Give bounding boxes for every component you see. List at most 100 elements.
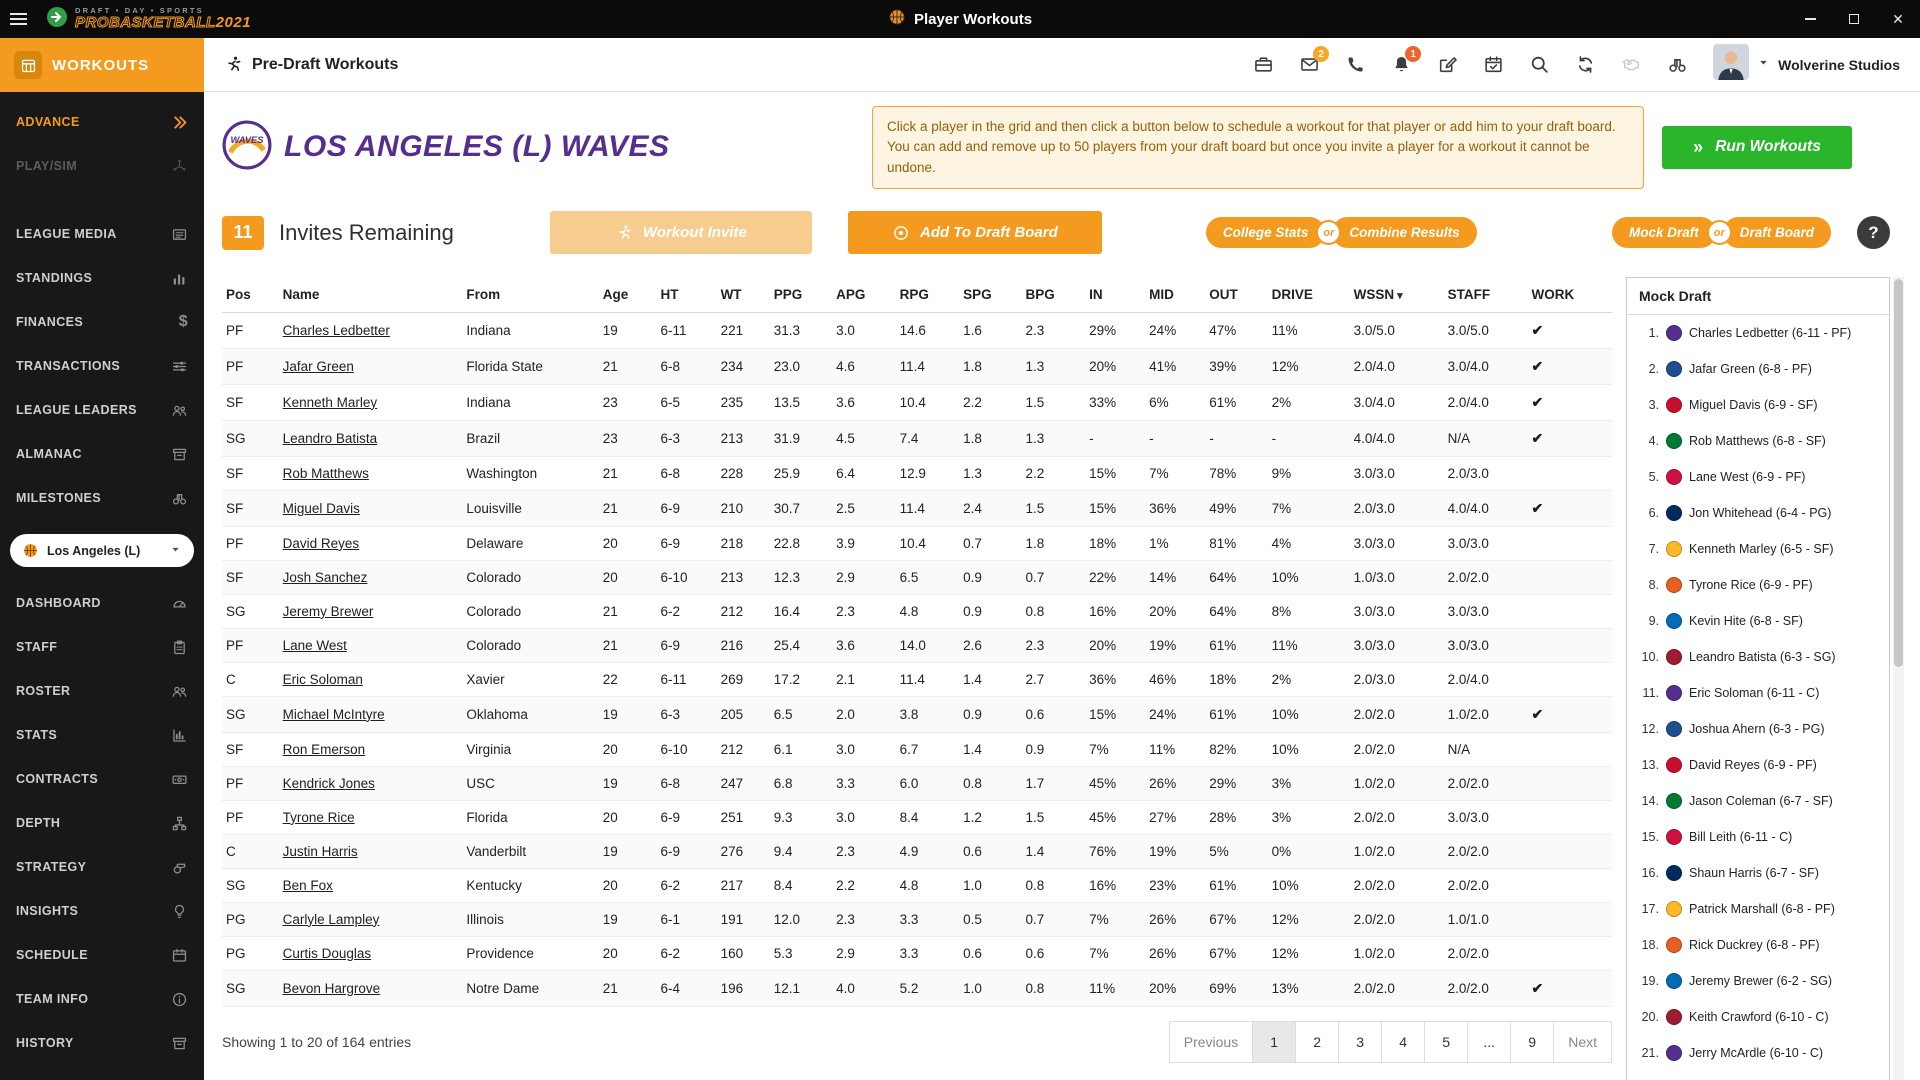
sidebar-item-staff[interactable]: STAFF: [0, 625, 204, 669]
sidebar-item-advance[interactable]: ADVANCE: [0, 100, 204, 144]
column-header-pos[interactable]: Pos: [222, 277, 279, 313]
table-row[interactable]: CEric SolomanXavier226-1126917.22.111.41…: [222, 662, 1612, 696]
mock-draft-row[interactable]: 16. Shaun Harris (6-7 - SF): [1627, 855, 1889, 891]
sidebar-item-stats[interactable]: STATS: [0, 713, 204, 757]
column-header-work[interactable]: WORK: [1528, 277, 1612, 313]
hamburger-menu-icon[interactable]: [10, 6, 40, 32]
column-header-bpg[interactable]: BPG: [1022, 277, 1086, 313]
mock-draft-row[interactable]: 20. Keith Crawford (6-10 - C): [1627, 999, 1889, 1035]
player-name-link[interactable]: Carlyle Lampley: [283, 912, 380, 927]
page-button-3[interactable]: 3: [1338, 1021, 1382, 1063]
page-button-9[interactable]: 9: [1510, 1021, 1554, 1063]
sidebar-item-schedule[interactable]: SCHEDULE: [0, 933, 204, 977]
table-row[interactable]: SFRon EmersonVirginia206-102126.13.06.71…: [222, 732, 1612, 766]
pencil-square-button[interactable]: [1437, 54, 1458, 75]
page-button-ellipsis[interactable]: ...: [1467, 1021, 1511, 1063]
mock-draft-row[interactable]: 2. Jafar Green (6-8 - PF): [1627, 351, 1889, 387]
help-button[interactable]: ?: [1857, 216, 1890, 249]
sidebar-item-milestones[interactable]: MILESTONES: [0, 476, 204, 520]
player-name-link[interactable]: Kenneth Marley: [283, 395, 378, 410]
column-header-wt[interactable]: WT: [717, 277, 770, 313]
column-header-ppg[interactable]: PPG: [770, 277, 832, 313]
mock-draft-row[interactable]: 4. Rob Matthews (6-8 - SF): [1627, 423, 1889, 459]
mock-draft-row[interactable]: 5. Lane West (6-9 - PF): [1627, 459, 1889, 495]
sidebar-item-play-sim[interactable]: PLAY/SIM: [0, 144, 204, 188]
page-button-5[interactable]: 5: [1424, 1021, 1468, 1063]
team-selector[interactable]: Los Angeles (L): [10, 534, 194, 567]
workout-invite-button[interactable]: Workout Invite: [550, 211, 812, 254]
mock-draft-row[interactable]: 6. Jon Whitehead (6-4 - PG): [1627, 495, 1889, 531]
briefcase-button[interactable]: [1253, 54, 1274, 75]
page-button-next[interactable]: Next: [1553, 1021, 1612, 1063]
table-row[interactable]: PGCurtis DouglasProvidence206-21605.32.9…: [222, 936, 1612, 970]
sidebar-item-history[interactable]: HISTORY: [0, 1021, 204, 1065]
minimize-button[interactable]: [1788, 0, 1832, 38]
calendar-check-button[interactable]: [1483, 54, 1504, 75]
sidebar-item-league-media[interactable]: LEAGUE MEDIA: [0, 212, 204, 256]
sidebar-item-standings[interactable]: STANDINGS: [0, 256, 204, 300]
player-name-link[interactable]: Leandro Batista: [283, 431, 378, 446]
table-row[interactable]: SGBevon HargroveNotre Dame216-419612.14.…: [222, 970, 1612, 1006]
mock-draft-row[interactable]: 13. David Reyes (6-9 - PF): [1627, 747, 1889, 783]
sidebar-item-transactions[interactable]: TRANSACTIONS: [0, 344, 204, 388]
column-header-out[interactable]: OUT: [1205, 277, 1267, 313]
mock-draft-scrollbar[interactable]: [1893, 277, 1904, 1080]
sidebar-item-depth[interactable]: DEPTH: [0, 801, 204, 845]
user-menu[interactable]: Wolverine Studios: [1713, 44, 1900, 85]
sidebar-item-league-leaders[interactable]: LEAGUE LEADERS: [0, 388, 204, 432]
table-row[interactable]: PFJafar GreenFlorida State216-823423.04.…: [222, 348, 1612, 384]
add-to-draft-board-button[interactable]: Add To Draft Board: [848, 211, 1102, 254]
column-header-ht[interactable]: HT: [656, 277, 716, 313]
envelope-button[interactable]: 2: [1299, 54, 1320, 75]
mock-draft-row[interactable]: 14. Jason Coleman (6-7 - SF): [1627, 783, 1889, 819]
page-button-2[interactable]: 2: [1295, 1021, 1339, 1063]
mock-draft-row[interactable]: 12. Joshua Ahern (6-3 - PG): [1627, 711, 1889, 747]
mock-draft-row[interactable]: 11. Eric Soloman (6-11 - C): [1627, 675, 1889, 711]
column-header-from[interactable]: From: [462, 277, 598, 313]
column-header-spg[interactable]: SPG: [959, 277, 1021, 313]
player-name-link[interactable]: Curtis Douglas: [283, 946, 372, 961]
sidebar-item-almanac[interactable]: ALMANAC: [0, 432, 204, 476]
restore-button[interactable]: [1832, 0, 1876, 38]
combine-results-toggle[interactable]: Combine Results: [1332, 217, 1476, 248]
player-name-link[interactable]: Josh Sanchez: [283, 570, 368, 585]
table-row[interactable]: SGMichael McIntyreOklahoma196-32056.52.0…: [222, 696, 1612, 732]
sidebar-item-roster[interactable]: ROSTER: [0, 669, 204, 713]
table-row[interactable]: SGBen FoxKentucky206-22178.42.24.81.00.8…: [222, 868, 1612, 902]
player-name-link[interactable]: Rob Matthews: [283, 466, 369, 481]
player-name-link[interactable]: Charles Ledbetter: [283, 323, 390, 338]
mock-draft-row[interactable]: 15. Bill Leith (6-11 - C): [1627, 819, 1889, 855]
column-header-apg[interactable]: APG: [832, 277, 896, 313]
player-name-link[interactable]: Bevon Hargrove: [283, 981, 381, 996]
draft-board-toggle[interactable]: Draft Board: [1723, 217, 1831, 248]
mock-draft-row[interactable]: 18. Rick Duckrey (6-8 - PF): [1627, 927, 1889, 963]
player-name-link[interactable]: Lane West: [283, 638, 347, 653]
column-header-in[interactable]: IN: [1085, 277, 1145, 313]
bell-button[interactable]: 1: [1391, 54, 1412, 75]
run-workouts-button[interactable]: » Run Workouts: [1662, 126, 1852, 169]
sync-button[interactable]: [1575, 54, 1596, 75]
close-button[interactable]: ✕: [1876, 0, 1920, 38]
phone-button[interactable]: [1345, 54, 1366, 75]
player-name-link[interactable]: Ben Fox: [283, 878, 333, 893]
sidebar-item-insights[interactable]: INSIGHTS: [0, 889, 204, 933]
table-row[interactable]: SGLeandro BatistaBrazil236-321331.94.57.…: [222, 420, 1612, 456]
player-name-link[interactable]: Tyrone Rice: [283, 810, 355, 825]
table-row[interactable]: SFJosh SanchezColorado206-1021312.32.96.…: [222, 560, 1612, 594]
column-header-wssn[interactable]: WSSN▾: [1350, 277, 1444, 313]
mock-draft-row[interactable]: 17. Patrick Marshall (6-8 - PF): [1627, 891, 1889, 927]
table-row[interactable]: SFKenneth MarleyIndiana236-523513.53.610…: [222, 384, 1612, 420]
player-name-link[interactable]: Kendrick Jones: [283, 776, 375, 791]
table-row[interactable]: PFTyrone RiceFlorida206-92519.33.08.41.2…: [222, 800, 1612, 834]
table-row[interactable]: CJustin HarrisVanderbilt196-92769.42.34.…: [222, 834, 1612, 868]
sidebar-item-strategy[interactable]: STRATEGY: [0, 845, 204, 889]
column-header-name[interactable]: Name: [279, 277, 463, 313]
player-name-link[interactable]: Miguel Davis: [283, 501, 360, 516]
mock-draft-toggle[interactable]: Mock Draft: [1612, 217, 1716, 248]
column-header-drive[interactable]: DRIVE: [1268, 277, 1350, 313]
mock-draft-row[interactable]: 7. Kenneth Marley (6-5 - SF): [1627, 531, 1889, 567]
mock-draft-row[interactable]: 3. Miguel Davis (6-9 - SF): [1627, 387, 1889, 423]
table-row[interactable]: SFMiguel DavisLouisville216-921030.72.51…: [222, 490, 1612, 526]
column-header-rpg[interactable]: RPG: [896, 277, 960, 313]
table-row[interactable]: PFDavid ReyesDelaware206-921822.83.910.4…: [222, 526, 1612, 560]
